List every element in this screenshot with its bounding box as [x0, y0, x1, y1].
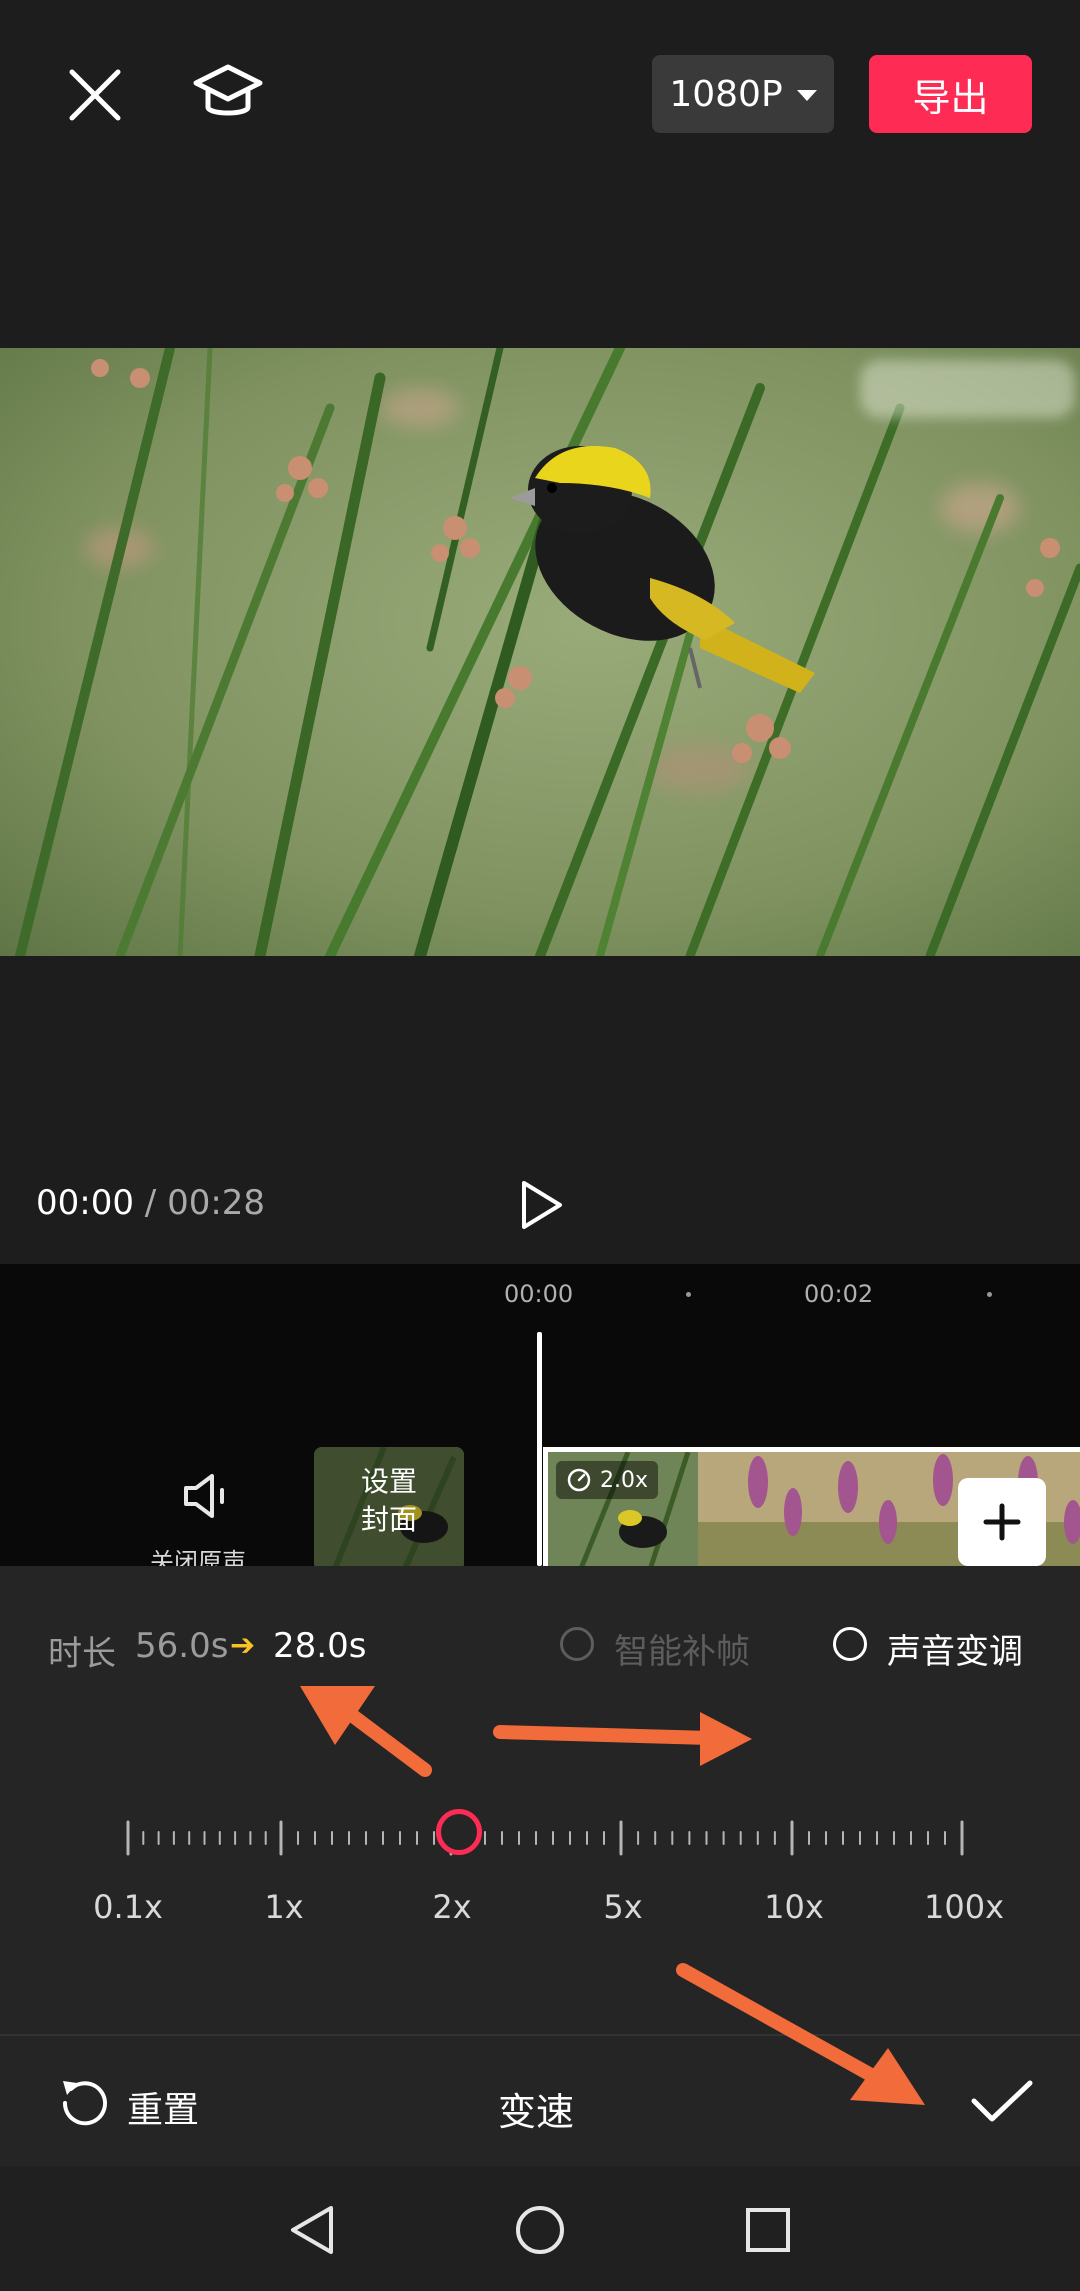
annotation-arrow [300, 1686, 432, 1777]
annotation-arrow [676, 1963, 925, 2105]
annotation-overlay [300, 1686, 925, 2105]
annotation-arrow [493, 1712, 752, 1766]
